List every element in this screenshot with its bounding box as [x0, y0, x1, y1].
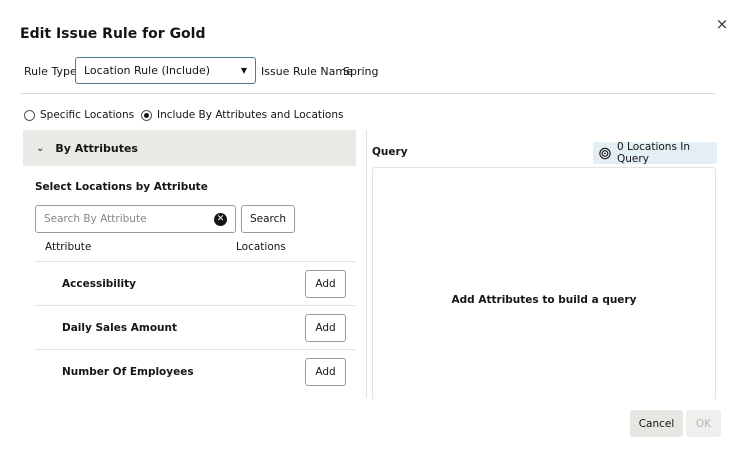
issue-rule-name-value: Spring — [343, 65, 379, 78]
search-placeholder: Search By Attribute — [44, 213, 147, 225]
query-label: Query — [372, 146, 408, 158]
column-header-locations: Locations — [236, 241, 286, 253]
rule-type-select[interactable]: Location Rule (Include) ▼ — [75, 57, 256, 84]
table-row: Accessibility Add — [35, 261, 356, 305]
attribute-name: Number Of Employees — [62, 366, 194, 378]
attributes-panel: ⌄ By Attributes Select Locations by Attr… — [23, 130, 367, 398]
radio-label: Include By Attributes and Locations — [157, 109, 344, 121]
add-button[interactable]: Add — [305, 270, 346, 298]
radio-checked-icon — [141, 109, 152, 121]
locations-in-query-badge: 0 Locations In Query — [593, 141, 717, 165]
table-row: Daily Sales Amount Add — [35, 305, 356, 349]
attribute-name: Daily Sales Amount — [62, 322, 178, 334]
radio-include-by-attributes[interactable]: Include By Attributes and Locations — [141, 109, 343, 121]
radio-unchecked-icon — [24, 109, 35, 121]
accordion-title: By Attributes — [55, 141, 138, 155]
divider — [20, 93, 715, 94]
caret-down-icon: ▼ — [240, 66, 247, 75]
clear-icon[interactable]: ✕ — [214, 212, 227, 226]
issue-rule-name-label: Issue Rule Name — [261, 65, 353, 78]
add-button[interactable]: Add — [305, 314, 346, 342]
rule-type-value: Location Rule (Include) — [84, 64, 211, 77]
cancel-button[interactable]: Cancel — [630, 410, 683, 437]
badge-text: 0 Locations In Query — [617, 141, 691, 165]
close-icon[interactable]: × — [714, 16, 730, 32]
chevron-down-icon: ⌄ — [36, 142, 45, 154]
rule-type-label: Rule Type — [24, 65, 77, 78]
edit-issue-rule-dialog: Edit Issue Rule for Gold × Rule Type Loc… — [0, 0, 739, 458]
section-title: Select Locations by Attribute — [35, 181, 208, 193]
query-empty-message: Add Attributes to build a query — [451, 294, 637, 306]
attribute-name: Accessibility — [62, 278, 136, 290]
search-button[interactable]: Search — [241, 205, 295, 233]
attribute-search-input[interactable]: Search By Attribute ✕ — [35, 205, 236, 233]
column-header-attribute: Attribute — [45, 241, 92, 253]
target-icon — [599, 147, 611, 159]
table-row: Number Of Employees Add — [35, 349, 356, 393]
radio-label: Specific Locations — [40, 109, 135, 121]
query-builder-area: Add Attributes to build a query — [372, 167, 716, 399]
ok-button[interactable]: OK — [686, 410, 721, 437]
by-attributes-accordion[interactable]: ⌄ By Attributes — [23, 130, 356, 166]
add-button[interactable]: Add — [305, 358, 346, 386]
radio-specific-locations[interactable]: Specific Locations — [24, 109, 134, 121]
dialog-title: Edit Issue Rule for Gold — [20, 26, 206, 42]
